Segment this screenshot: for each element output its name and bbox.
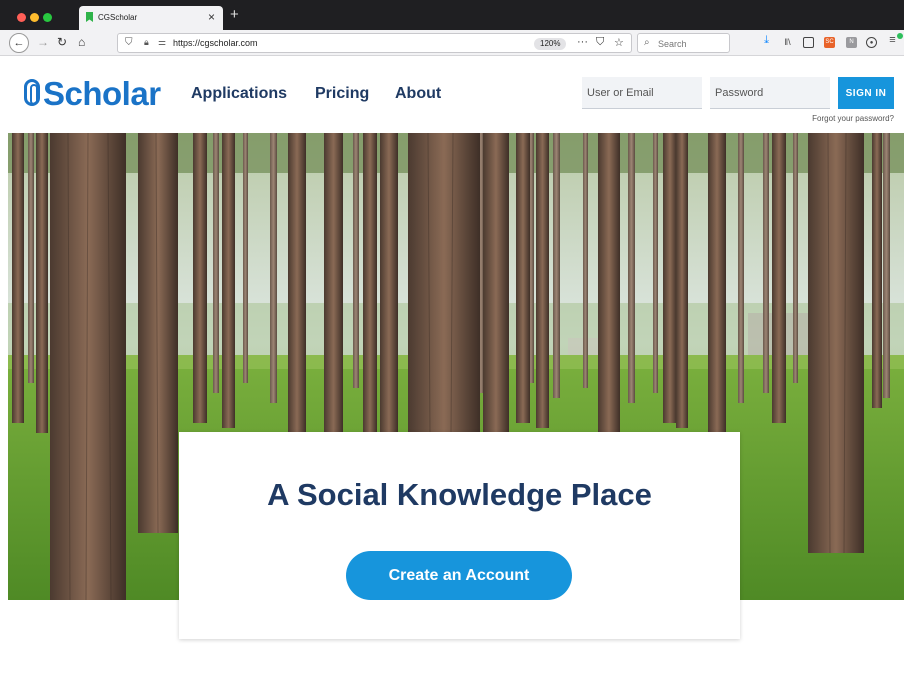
hero-title: A Social Knowledge Place [267,477,652,512]
account-icon[interactable]: ● [866,37,877,48]
logo-text: Scholar [43,75,161,112]
url-bar[interactable]: ⛉ 🔒︎ ⚌ https://cgscholar.com 120% ··· ⛉ … [117,33,632,53]
nav-applications[interactable]: Applications [191,85,287,103]
new-tab-icon[interactable]: + [230,7,239,22]
nav-about[interactable]: About [395,85,441,103]
site-header: Scholar Applications Pricing About SIGN … [0,57,904,133]
library-icon[interactable]: ‖\ [782,37,793,48]
logo-mark-icon [24,79,40,106]
zoom-level-badge[interactable]: 120% [534,38,567,50]
search-placeholder: Search [658,39,687,49]
password-input[interactable] [710,77,830,109]
back-arrow-icon[interactable]: ← [9,33,29,53]
permissions-icon[interactable]: ⚌ [158,37,166,48]
home-icon[interactable]: ⌂ [78,35,85,50]
search-icon: ⌕ [644,37,650,48]
extension-orange-icon[interactable]: SC [824,37,835,48]
extension-gray-icon[interactable]: N [846,37,857,48]
minimize-window-button[interactable] [30,13,39,22]
hero-card: A Social Knowledge Place Create an Accou… [179,432,740,639]
sign-in-button[interactable]: SIGN IN [838,77,894,109]
browser-tab[interactable]: CGScholar × [79,6,223,30]
url-text[interactable]: https://cgscholar.com [173,38,258,48]
browser-nav-bar: ← → ↻ ⌂ ⛉ 🔒︎ ⚌ https://cgscholar.com 120… [0,30,904,56]
zoom-window-button[interactable] [43,13,52,22]
forgot-password-link[interactable]: Forgot your password? [812,114,894,123]
reload-icon[interactable]: ↻ [57,35,67,50]
tracking-shield-icon[interactable]: ⛉ [125,37,133,48]
update-badge-icon [897,33,903,39]
downloads-icon[interactable]: ⤓ [761,35,772,46]
page-actions-icon[interactable]: ··· [577,36,588,48]
bookmark-favicon-icon [86,12,93,22]
close-tab-icon[interactable]: × [208,10,215,24]
create-account-button[interactable]: Create an Account [346,551,572,600]
sidebar-icon[interactable]: ▯ [803,37,814,48]
close-window-button[interactable] [17,13,26,22]
pocket-icon[interactable]: ⛉ [596,36,604,49]
bookmark-star-icon[interactable]: ☆ [614,36,624,49]
user-email-input[interactable] [582,77,702,109]
browser-tab-bar: CGScholar × + [0,0,904,30]
forward-arrow-icon[interactable]: → [37,35,49,50]
browser-search-field[interactable]: ⌕ Search [637,33,730,53]
tab-title: CGScholar [98,13,138,22]
nav-pricing[interactable]: Pricing [315,85,369,103]
lock-icon[interactable]: 🔒︎ [144,37,149,48]
